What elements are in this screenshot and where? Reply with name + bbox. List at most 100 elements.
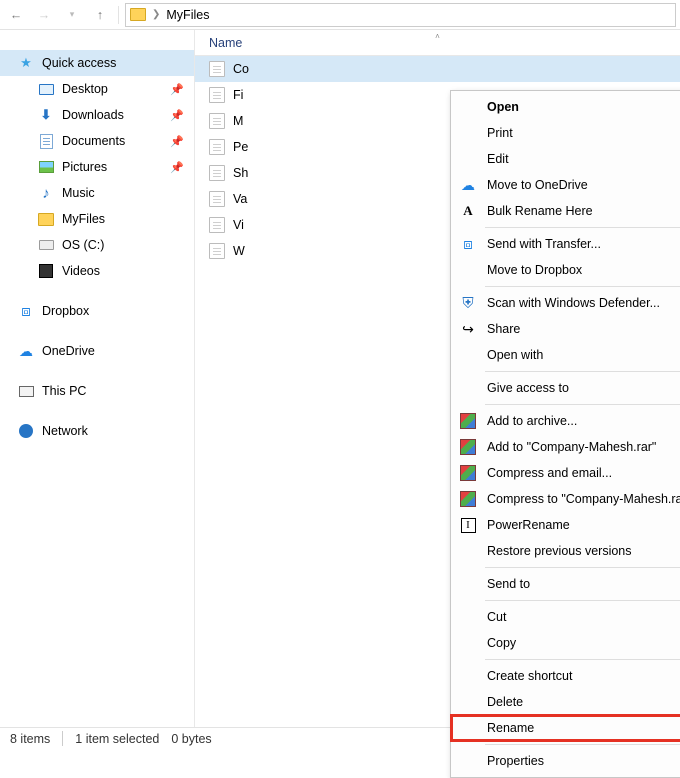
menu-separator — [485, 567, 680, 568]
menu-item-restore-previous-versions[interactable]: Restore previous versions — [451, 538, 680, 564]
menu-item-label: Open with — [487, 348, 543, 362]
menu-item-open[interactable]: Open — [451, 94, 680, 120]
text-file-icon — [209, 139, 225, 155]
menu-item-rename[interactable]: Rename — [451, 715, 680, 741]
menu-item-cut[interactable]: Cut — [451, 604, 680, 630]
sidebar-label: Videos — [62, 264, 194, 278]
file-name: Fi — [233, 88, 243, 102]
menu-item-open-with[interactable]: Open with › — [451, 342, 680, 368]
document-icon — [38, 133, 54, 149]
star-icon: ★ — [18, 55, 34, 71]
download-icon: ⬇ — [38, 107, 54, 123]
menu-item-label: Add to "Company-Mahesh.rar" — [487, 440, 656, 454]
text-file-icon — [209, 217, 225, 233]
pin-icon: 📌 — [170, 135, 184, 148]
sidebar-item-network[interactable]: Network — [0, 418, 194, 444]
up-button[interactable]: ↑ — [88, 3, 112, 27]
menu-item-print[interactable]: Print — [451, 120, 680, 146]
menu-item-label: Add to archive... — [487, 414, 577, 428]
navigation-bar: ← → ▾ ↑ ❯ MyFiles — [0, 0, 680, 30]
sidebar-item-downloads[interactable]: ⬇ Downloads 📌 — [0, 102, 194, 128]
menu-item-bulk-rename-here[interactable]: A Bulk Rename Here — [451, 198, 680, 224]
text-file-icon — [209, 61, 225, 77]
pc-icon — [18, 383, 34, 399]
menu-item-label: Send to — [487, 577, 530, 591]
A-icon: A — [459, 202, 477, 220]
menu-item-move-to-dropbox[interactable]: Move to Dropbox — [451, 257, 680, 283]
menu-item-give-access-to[interactable]: Give access to › — [451, 375, 680, 401]
file-name: Sh — [233, 166, 248, 180]
menu-item-label: Give access to — [487, 381, 569, 395]
menu-item-delete[interactable]: Delete — [451, 689, 680, 715]
menu-item-powerrename[interactable]: I PowerRename — [451, 512, 680, 538]
sidebar-item-onedrive[interactable]: ☁ OneDrive — [0, 338, 194, 364]
pin-icon: 📌 — [170, 83, 184, 96]
menu-separator — [485, 600, 680, 601]
sidebar-item-videos[interactable]: Videos — [0, 258, 194, 284]
menu-separator — [485, 744, 680, 745]
text-file-icon — [209, 87, 225, 103]
rar-icon — [459, 438, 477, 456]
address-bar[interactable]: ❯ MyFiles — [125, 3, 676, 27]
menu-item-label: Scan with Windows Defender... — [487, 296, 660, 310]
sidebar-item-quick-access[interactable]: ★ Quick access — [0, 50, 194, 76]
video-icon — [38, 263, 54, 279]
menu-item-add-to-archive[interactable]: Add to archive... — [451, 408, 680, 434]
column-name-label: Name — [209, 36, 242, 50]
rar-icon — [459, 412, 477, 430]
menu-item-scan-with-windows-defender[interactable]: ⛨ Scan with Windows Defender... — [451, 290, 680, 316]
menu-item-properties[interactable]: Properties — [451, 748, 680, 774]
sidebar-label: MyFiles — [62, 212, 194, 226]
menu-separator — [485, 371, 680, 372]
sidebar-label: Music — [62, 186, 194, 200]
menu-item-add-to-company-mahesh-rar[interactable]: Add to "Company-Mahesh.rar" — [451, 434, 680, 460]
menu-item-compress-and-email[interactable]: Compress and email... — [451, 460, 680, 486]
cloud-icon: ☁ — [18, 343, 34, 359]
recent-dropdown[interactable]: ▾ — [60, 3, 84, 27]
pin-icon: 📌 — [170, 109, 184, 122]
sidebar-item-dropbox[interactable]: ⧈ Dropbox — [0, 298, 194, 324]
sidebar-label: Network — [42, 424, 194, 438]
text-file-icon — [209, 191, 225, 207]
menu-item-label: Restore previous versions — [487, 544, 632, 558]
forward-button[interactable]: → — [32, 3, 56, 27]
menu-item-label: Properties — [487, 754, 544, 768]
sidebar-item-pictures[interactable]: Pictures 📌 — [0, 154, 194, 180]
menu-item-label: Move to OneDrive — [487, 178, 588, 192]
menu-item-label: Move to Dropbox — [487, 263, 582, 277]
file-name: Pe — [233, 140, 248, 154]
breadcrumb-segment[interactable]: MyFiles — [166, 8, 209, 22]
rar-icon — [459, 490, 477, 508]
sort-indicator-icon: ˄ — [435, 32, 440, 41]
menu-item-copy[interactable]: Copy — [451, 630, 680, 656]
menu-item-create-shortcut[interactable]: Create shortcut — [451, 663, 680, 689]
menu-item-compress-to-company-mahesh-rar-and-email[interactable]: Compress to "Company-Mahesh.rar" and ema… — [451, 486, 680, 512]
menu-item-share[interactable]: ↪ Share — [451, 316, 680, 342]
sidebar-item-this-pc[interactable]: This PC — [0, 378, 194, 404]
column-header-name[interactable]: ˄ Name — [195, 30, 680, 56]
sidebar-item-documents[interactable]: Documents 📌 — [0, 128, 194, 154]
navigation-pane: ★ Quick access Desktop 📌 ⬇ Downloads 📌 D… — [0, 30, 195, 727]
menu-item-send-to[interactable]: Send to › — [451, 571, 680, 597]
file-name: Co — [233, 62, 249, 76]
file-item[interactable]: Co — [195, 56, 680, 82]
menu-separator — [485, 286, 680, 287]
sidebar-item-desktop[interactable]: Desktop 📌 — [0, 76, 194, 102]
network-icon — [18, 423, 34, 439]
music-icon: ♪ — [38, 185, 54, 201]
menu-item-edit[interactable]: Edit — [451, 146, 680, 172]
menu-item-move-to-onedrive[interactable]: ☁ Move to OneDrive — [451, 172, 680, 198]
status-item-count: 8 items — [10, 732, 50, 746]
menu-item-label: Edit — [487, 152, 509, 166]
sidebar-item-os-c-[interactable]: OS (C:) — [0, 232, 194, 258]
sidebar-label: OS (C:) — [62, 238, 194, 252]
menu-item-label: Rename — [487, 721, 534, 735]
status-selection: 1 item selected — [75, 732, 159, 746]
menu-item-label: Create shortcut — [487, 669, 572, 683]
sidebar-label: OneDrive — [42, 344, 194, 358]
sidebar-item-myfiles[interactable]: MyFiles — [0, 206, 194, 232]
menu-item-send-with-transfer[interactable]: ⧈ Send with Transfer... — [451, 231, 680, 257]
back-button[interactable]: ← — [4, 3, 28, 27]
rar-icon — [459, 464, 477, 482]
sidebar-item-music[interactable]: ♪ Music — [0, 180, 194, 206]
